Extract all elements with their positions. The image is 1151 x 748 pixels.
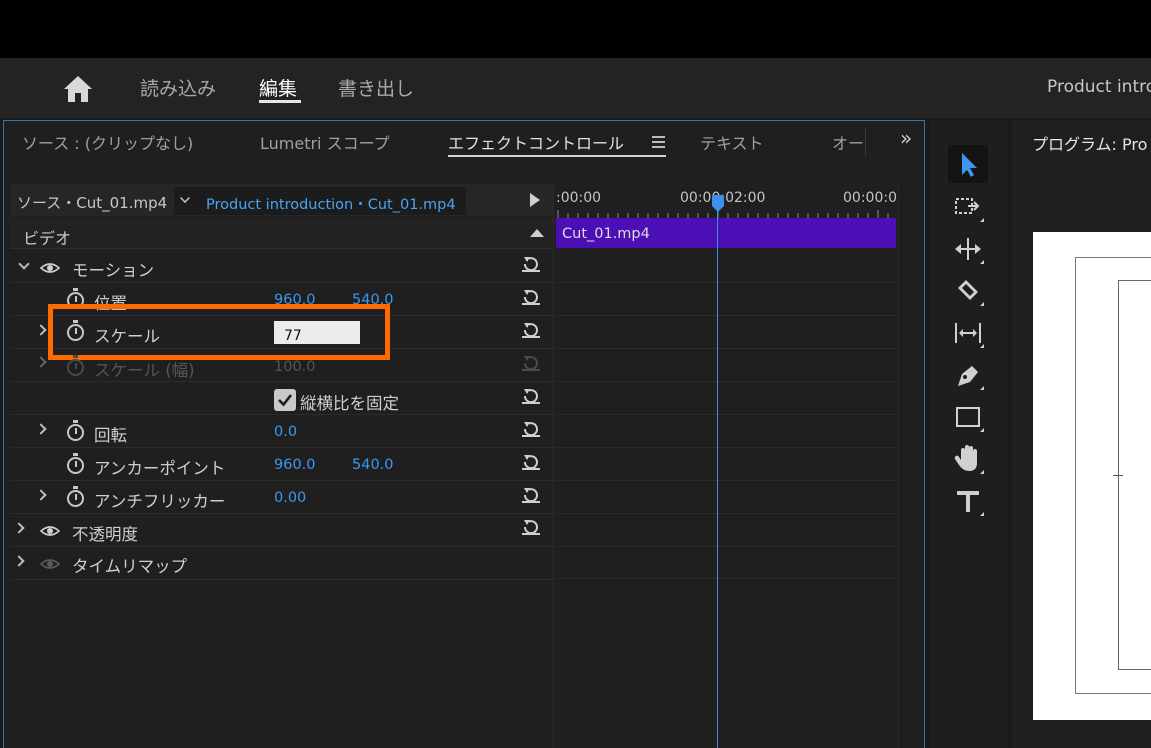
scale-width-value: 100.0 [274, 359, 316, 375]
reset-icon[interactable] [521, 453, 541, 471]
timeline-row-line [556, 480, 898, 481]
eye-icon [40, 559, 60, 569]
tab-lumetri-scopes[interactable]: Lumetri スコープ [260, 130, 390, 154]
timeline-row-line [556, 282, 898, 283]
eye-icon[interactable] [40, 525, 60, 537]
track-select-tool-icon[interactable] [948, 188, 988, 226]
playhead-line[interactable] [717, 200, 718, 748]
ripple-edit-tool-icon[interactable] [948, 230, 988, 268]
slip-tool-icon[interactable] [948, 314, 988, 352]
time-remap-label: タイムリマップ [72, 557, 188, 576]
reset-icon[interactable] [521, 288, 541, 306]
timeline-row-line [556, 546, 898, 547]
video-section-header [10, 218, 554, 249]
type-tool-icon[interactable] [948, 482, 988, 520]
hand-tool-icon[interactable] [948, 440, 988, 478]
uniform-scale-checkbox[interactable] [274, 389, 296, 411]
timeline-row-line [556, 447, 898, 448]
selection-tool-icon[interactable] [948, 145, 988, 183]
program-monitor-label[interactable]: プログラム: Pro [1032, 131, 1147, 155]
reset-icon[interactable] [521, 255, 541, 273]
tab-import[interactable]: 読み込み [140, 74, 216, 101]
timecode-start: :00:00 [556, 190, 602, 206]
reset-icon[interactable] [521, 420, 541, 438]
timeline-row-line [556, 381, 898, 382]
timeline-edge [898, 184, 899, 748]
pen-tool-icon[interactable] [948, 356, 988, 394]
tab-separator [865, 128, 866, 156]
panel-divider[interactable] [553, 184, 554, 748]
timeline-clip-label: Cut_01.mp4 [562, 226, 650, 242]
rotation-value[interactable]: 0.0 [274, 424, 297, 440]
checkmark-icon [278, 394, 293, 407]
timeline-row-line [556, 348, 898, 349]
anchor-point-label: アンカーポイント [94, 459, 226, 478]
tab-audio[interactable]: オー [832, 130, 864, 154]
rotation-label: 回転 [94, 426, 127, 445]
panel-menu-icon[interactable] [652, 136, 665, 148]
collapse-arrow-icon[interactable] [530, 229, 544, 237]
uniform-scale-label: 縦横比を固定 [300, 394, 399, 413]
opacity-label: 不透明度 [72, 525, 138, 544]
anchor-point-x-value[interactable]: 960.0 [274, 457, 316, 473]
center-crosshair [1113, 475, 1123, 476]
eye-icon[interactable] [40, 262, 60, 274]
timeline-row-line [556, 414, 898, 415]
razor-tool-icon[interactable] [948, 272, 988, 310]
tab-source[interactable]: ソース : (クリップなし) [22, 130, 193, 154]
active-panel-tab-underline [448, 155, 666, 157]
play-icon[interactable] [530, 193, 540, 207]
motion-label: モーション [72, 261, 155, 280]
tab-effect-controls[interactable]: エフェクトコントロール [448, 130, 624, 154]
reset-icon[interactable] [521, 321, 541, 339]
tab-text[interactable]: テキスト [700, 130, 764, 154]
stopwatch-icon [67, 355, 84, 376]
rectangle-tool-icon[interactable] [948, 398, 988, 436]
tab-export[interactable]: 書き出し [338, 74, 414, 101]
stopwatch-icon[interactable] [67, 453, 84, 474]
reset-icon[interactable] [521, 486, 541, 504]
active-tab-underline [259, 100, 301, 103]
playhead-handle[interactable] [710, 195, 726, 213]
timeline-row-line [556, 315, 898, 316]
tab-edit[interactable]: 編集 [259, 74, 297, 101]
reset-icon[interactable] [521, 387, 541, 405]
home-icon[interactable] [62, 74, 94, 104]
anti-flicker-label: アンチフリッカー [94, 492, 226, 511]
stopwatch-icon[interactable] [67, 486, 84, 507]
reset-icon [522, 356, 540, 371]
anti-flicker-value[interactable]: 0.00 [274, 490, 306, 506]
timecode-end: 00:00:0 [843, 190, 897, 206]
source-clip-label[interactable]: ソース・Cut_01.mp4 [17, 192, 167, 213]
more-tabs-icon[interactable]: » [900, 126, 912, 150]
annotation-highlight-box [48, 304, 390, 360]
anchor-point-y-value[interactable]: 540.0 [352, 457, 394, 473]
scale-width-label: スケール (幅) [94, 361, 195, 380]
stopwatch-icon[interactable] [67, 420, 84, 441]
video-section-label: ビデオ [23, 229, 72, 248]
reset-icon[interactable] [521, 518, 541, 536]
timeline-row-line [556, 578, 898, 579]
time-ruler[interactable] [556, 208, 896, 218]
sequence-clip-label[interactable]: Product introduction・Cut_01.mp4 [206, 193, 456, 214]
timeline-row-line [556, 513, 898, 514]
project-title: Product intro [1047, 77, 1151, 97]
